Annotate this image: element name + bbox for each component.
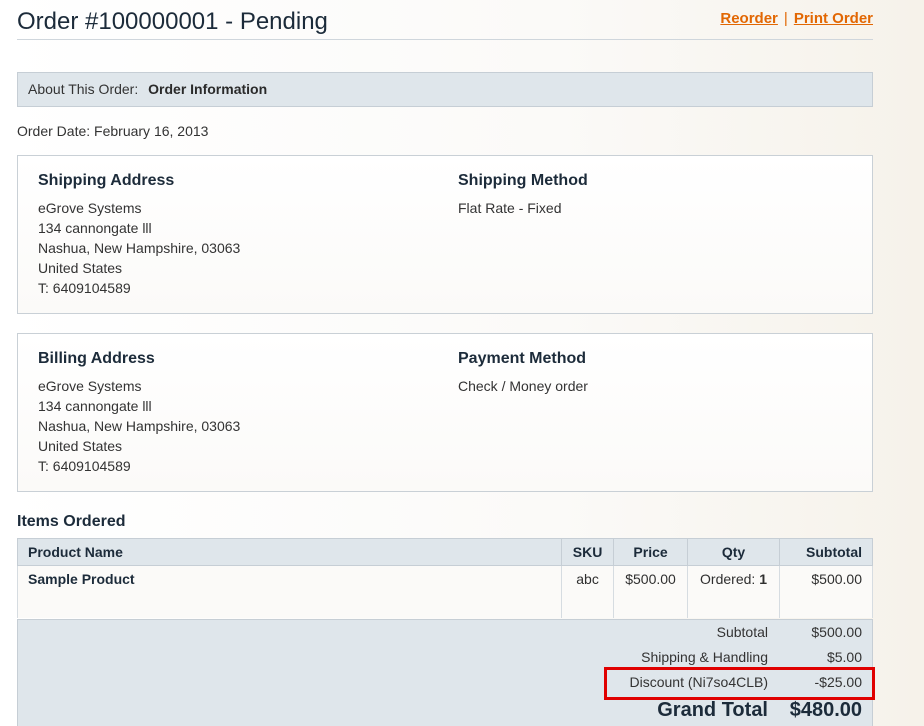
shipping-method-value: Flat Rate - Fixed bbox=[458, 200, 562, 216]
product-sku: abc bbox=[561, 565, 615, 618]
qty-value: 1 bbox=[759, 571, 767, 587]
subtotal-label: Subtotal bbox=[716, 624, 768, 640]
grand-total-row: Grand Total $480.00 bbox=[16, 699, 872, 724]
order-totals: Subtotal $500.00 Shipping & Handling $5.… bbox=[16, 619, 875, 726]
col-subtotal: Subtotal bbox=[779, 538, 873, 566]
about-order-bar: About This Order: Order Information bbox=[17, 72, 873, 107]
header-links: Reorder | Print Order bbox=[720, 10, 873, 27]
product-name: Sample Product bbox=[16, 565, 563, 618]
billing-box: Billing Address eGrove Systems 134 canno… bbox=[17, 333, 873, 492]
grand-total-value: $480.00 bbox=[789, 699, 862, 721]
address-line: eGrove Systems bbox=[38, 378, 142, 394]
reorder-link[interactable]: Reorder bbox=[720, 10, 778, 27]
table-row: Sample Product abc $500.00 Ordered: 1 $5… bbox=[16, 565, 873, 618]
print-order-link[interactable]: Print Order bbox=[794, 10, 873, 27]
subtotal-value: $500.00 bbox=[811, 624, 862, 640]
payment-method-title: Payment Method bbox=[458, 350, 587, 367]
link-separator: | bbox=[783, 10, 788, 27]
col-price: Price bbox=[613, 538, 689, 566]
col-qty: Qty bbox=[687, 538, 780, 566]
items-header-row: Product Name SKU Price Qty Subtotal bbox=[16, 538, 873, 566]
payment-method-value: Check / Money order bbox=[458, 378, 588, 394]
subtotal-row: Subtotal $500.00 bbox=[16, 624, 872, 649]
order-date: Order Date: February 16, 2013 bbox=[17, 123, 209, 139]
shipping-label: Shipping & Handling bbox=[641, 649, 768, 665]
qty-label: Ordered: bbox=[700, 571, 756, 587]
address-phone: T: 6409104589 bbox=[38, 280, 131, 296]
shipping-address: Shipping Address eGrove Systems 134 cann… bbox=[38, 172, 240, 298]
address-line: United States bbox=[38, 438, 123, 454]
items-ordered-title: Items Ordered bbox=[17, 513, 126, 530]
billing-address: Billing Address eGrove Systems 134 canno… bbox=[38, 350, 240, 476]
shipping-value: $5.00 bbox=[826, 649, 862, 665]
grand-total-label: Grand Total bbox=[657, 699, 768, 721]
col-product-name: Product Name bbox=[16, 538, 563, 566]
address-line: Nashua, New Hampshire, 03063 bbox=[38, 240, 241, 256]
shipping-box: Shipping Address eGrove Systems 134 cann… bbox=[17, 155, 873, 314]
shipping-method-title: Shipping Method bbox=[458, 172, 588, 189]
product-subtotal: $500.00 bbox=[779, 565, 873, 618]
address-line: eGrove Systems bbox=[38, 200, 142, 216]
about-label: About This Order: bbox=[28, 81, 139, 97]
tab-order-information[interactable]: Order Information bbox=[148, 81, 267, 97]
payment-method: Payment Method Check / Money order bbox=[458, 350, 588, 396]
discount-highlight-box bbox=[604, 667, 875, 700]
address-line: 134 cannongate lll bbox=[38, 220, 152, 236]
title-row: Order #100000001 - Pending Reorder | Print… bbox=[17, 6, 873, 40]
col-sku: SKU bbox=[561, 538, 615, 566]
shipping-method: Shipping Method Flat Rate - Fixed bbox=[458, 172, 588, 218]
product-qty: Ordered: 1 bbox=[687, 565, 780, 618]
address-phone: T: 6409104589 bbox=[38, 458, 131, 474]
address-line: United States bbox=[38, 260, 123, 276]
address-line: 134 cannongate lll bbox=[38, 398, 152, 414]
address-line: Nashua, New Hampshire, 03063 bbox=[38, 418, 241, 434]
items-table: Product Name SKU Price Qty Subtotal Samp… bbox=[16, 538, 873, 618]
product-price: $500.00 bbox=[613, 565, 689, 618]
shipping-address-title: Shipping Address bbox=[38, 172, 175, 189]
billing-address-title: Billing Address bbox=[38, 350, 155, 367]
